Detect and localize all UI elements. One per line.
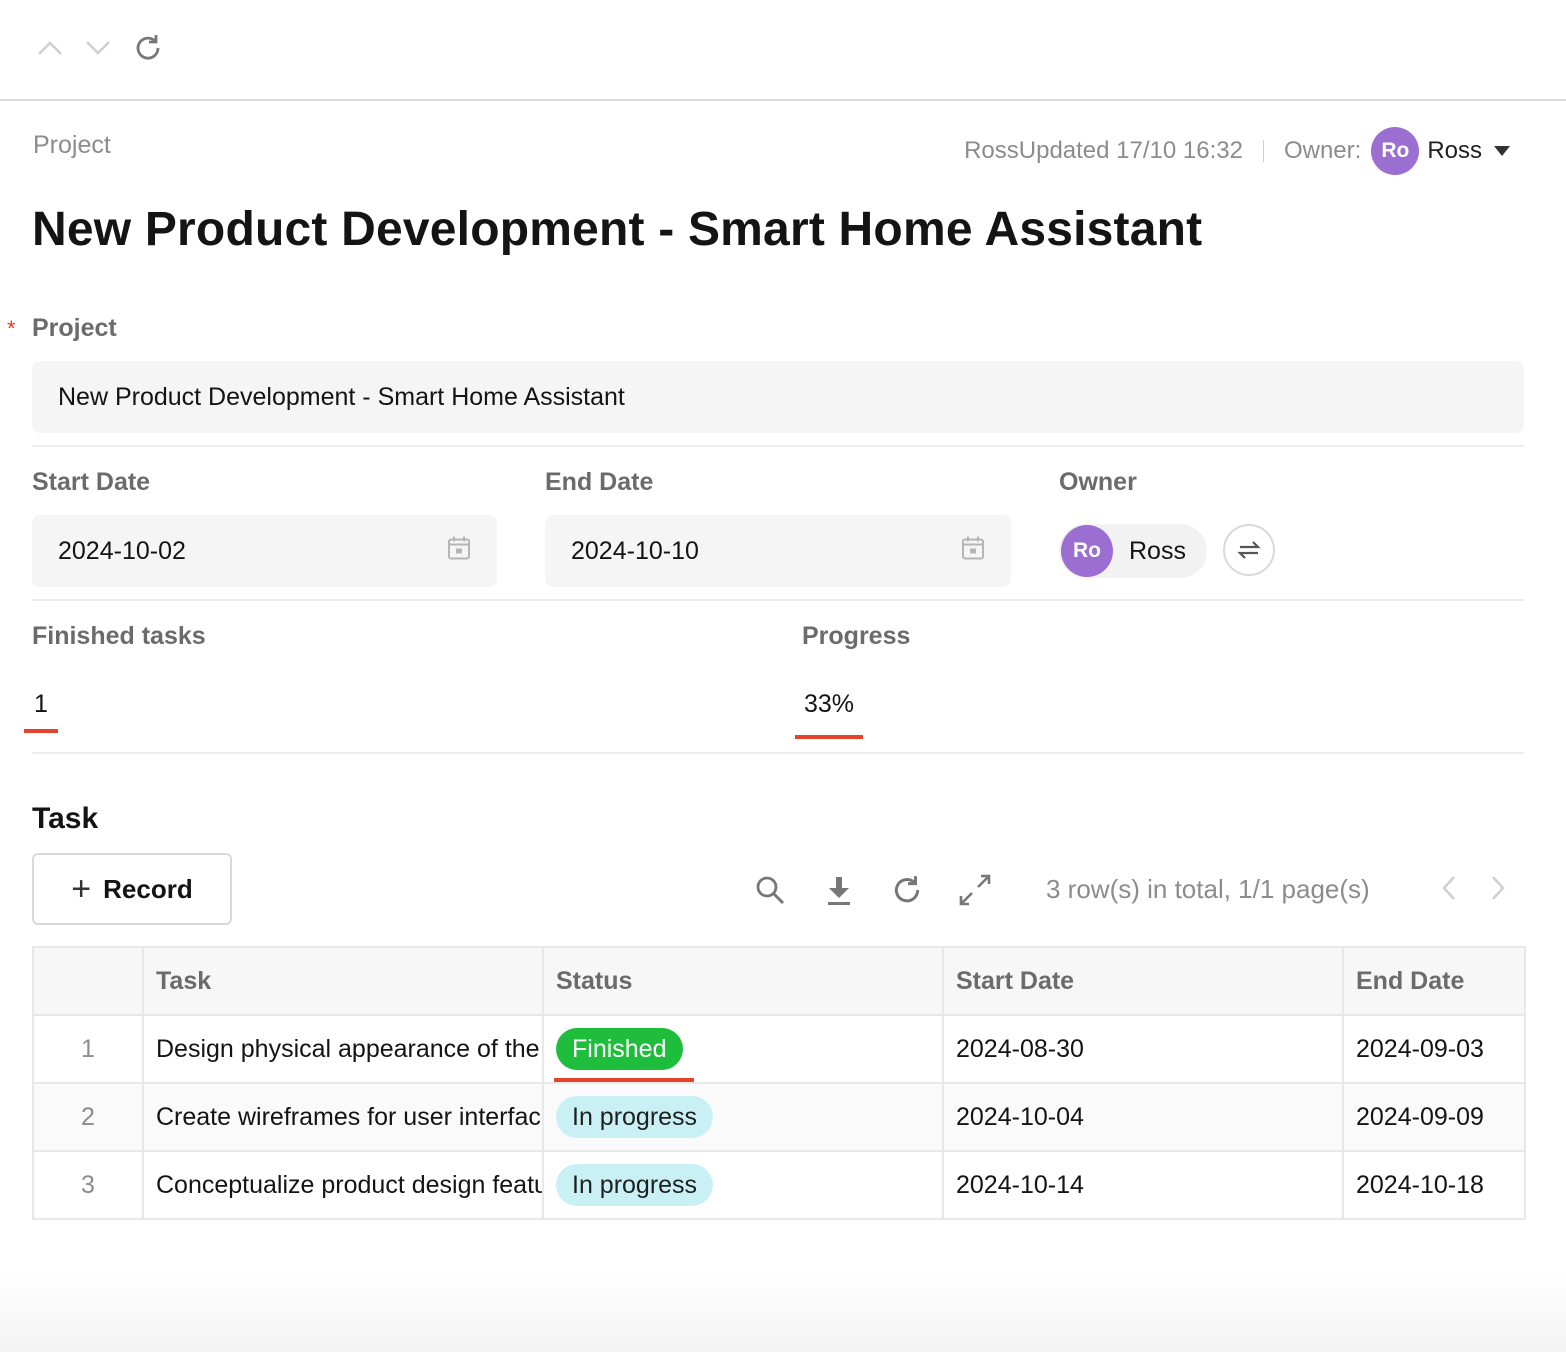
start-date-cell[interactable]: 2024-10-14 bbox=[942, 1150, 1344, 1220]
start-date-label: Start Date bbox=[32, 468, 151, 496]
start-date-field[interactable]: 2024-10-02 bbox=[32, 515, 497, 587]
chevron-left-icon[interactable] bbox=[1433, 868, 1465, 908]
avatar: Ro bbox=[1061, 525, 1113, 577]
table-row[interactable]: 3 Conceptualize product design features … bbox=[32, 1150, 1526, 1220]
divider bbox=[32, 599, 1524, 601]
task-name-cell[interactable]: Create wireframes for user interface bbox=[142, 1082, 544, 1152]
finished-tasks-label: Finished tasks bbox=[32, 622, 206, 650]
divider bbox=[32, 445, 1524, 447]
end-date-cell[interactable]: 2024-10-18 bbox=[1342, 1150, 1526, 1220]
task-name-cell[interactable]: Conceptualize product design features bbox=[142, 1150, 544, 1220]
status-cell[interactable]: Finished bbox=[542, 1014, 944, 1084]
end-date-cell[interactable]: 2024-09-03 bbox=[1342, 1014, 1526, 1084]
task-name-cell[interactable]: Design physical appearance of the produc… bbox=[142, 1014, 544, 1084]
task-section-title: Task bbox=[32, 802, 99, 835]
row-index: 3 bbox=[32, 1150, 144, 1220]
avatar[interactable]: Ro bbox=[1371, 127, 1420, 175]
calendar-icon[interactable] bbox=[961, 535, 985, 568]
row-index: 1 bbox=[32, 1014, 144, 1084]
required-marker: * bbox=[7, 316, 16, 341]
end-date-field[interactable]: 2024-10-10 bbox=[545, 515, 1011, 587]
divider bbox=[32, 752, 1524, 754]
chevron-down-icon[interactable] bbox=[80, 30, 116, 66]
table-row[interactable]: 2 Create wireframes for user interface I… bbox=[32, 1082, 1526, 1152]
end-date-label: End Date bbox=[545, 468, 654, 496]
chevron-up-icon[interactable] bbox=[32, 30, 68, 66]
breadcrumb: Project bbox=[33, 131, 111, 159]
progress-value: 33% bbox=[804, 690, 855, 718]
refresh-icon[interactable] bbox=[887, 870, 927, 910]
start-date-cell[interactable]: 2024-08-30 bbox=[942, 1014, 1344, 1084]
add-record-button[interactable]: + Record bbox=[32, 853, 232, 925]
status-badge: In progress bbox=[556, 1164, 714, 1206]
project-field-label: Project bbox=[32, 314, 117, 342]
updated-info: RossUpdated 17/10 16:32 bbox=[964, 137, 1243, 164]
download-icon[interactable] bbox=[819, 870, 859, 910]
task-table: Task Status Start Date End Date 1 Design… bbox=[32, 946, 1526, 1220]
record-meta: RossUpdated 17/10 16:32 Owner: Ro Ross bbox=[964, 127, 1510, 175]
owner-field-label: Owner bbox=[1059, 468, 1137, 496]
status-cell[interactable]: In progress bbox=[542, 1150, 944, 1220]
table-row[interactable]: 1 Design physical appearance of the prod… bbox=[32, 1014, 1526, 1084]
progress-label: Progress bbox=[802, 622, 911, 650]
column-header-task[interactable]: Task bbox=[142, 946, 544, 1016]
status-badge: In progress bbox=[556, 1096, 714, 1138]
end-date-value: 2024-10-10 bbox=[571, 536, 699, 565]
project-input[interactable]: New Product Development - Smart Home Ass… bbox=[32, 361, 1524, 433]
plus-icon: + bbox=[71, 870, 92, 908]
owner-chip[interactable]: Ro Ross bbox=[1059, 524, 1207, 578]
highlight-underline bbox=[795, 735, 863, 739]
swap-icon bbox=[1237, 541, 1261, 559]
column-header-end-date[interactable]: End Date bbox=[1342, 946, 1526, 1016]
owner-meta-name[interactable]: Ross bbox=[1427, 137, 1482, 165]
pagination-summary: 3 row(s) in total, 1/1 page(s) bbox=[1046, 874, 1370, 904]
meta-divider bbox=[1262, 140, 1264, 162]
bottom-fade bbox=[0, 1272, 1566, 1352]
row-index: 2 bbox=[32, 1082, 144, 1152]
refresh-icon[interactable] bbox=[130, 30, 166, 66]
status-cell[interactable]: In progress bbox=[542, 1082, 944, 1152]
page-title: New Product Development - Smart Home Ass… bbox=[32, 203, 1203, 256]
column-header-index bbox=[32, 946, 144, 1016]
swap-owner-button[interactable] bbox=[1223, 524, 1275, 576]
status-badge: Finished bbox=[556, 1028, 683, 1070]
finished-tasks-value: 1 bbox=[34, 690, 48, 718]
add-record-label: Record bbox=[103, 873, 193, 904]
highlight-underline bbox=[554, 1078, 694, 1081]
calendar-icon[interactable] bbox=[447, 535, 471, 568]
start-date-cell[interactable]: 2024-10-04 bbox=[942, 1082, 1344, 1152]
top-bar bbox=[0, 0, 1566, 101]
expand-icon[interactable] bbox=[955, 870, 995, 910]
owner-meta-label: Owner: bbox=[1283, 137, 1362, 164]
chevron-right-icon[interactable] bbox=[1482, 868, 1514, 908]
column-header-status[interactable]: Status bbox=[542, 946, 944, 1016]
table-header-row: Task Status Start Date End Date bbox=[32, 946, 1526, 1016]
search-icon[interactable] bbox=[750, 870, 790, 910]
owner-name: Ross bbox=[1129, 536, 1186, 565]
caret-down-icon[interactable] bbox=[1494, 146, 1510, 156]
start-date-value: 2024-10-02 bbox=[58, 536, 186, 565]
highlight-underline bbox=[24, 729, 58, 733]
end-date-cell[interactable]: 2024-09-09 bbox=[1342, 1082, 1526, 1152]
column-header-start-date[interactable]: Start Date bbox=[942, 946, 1344, 1016]
